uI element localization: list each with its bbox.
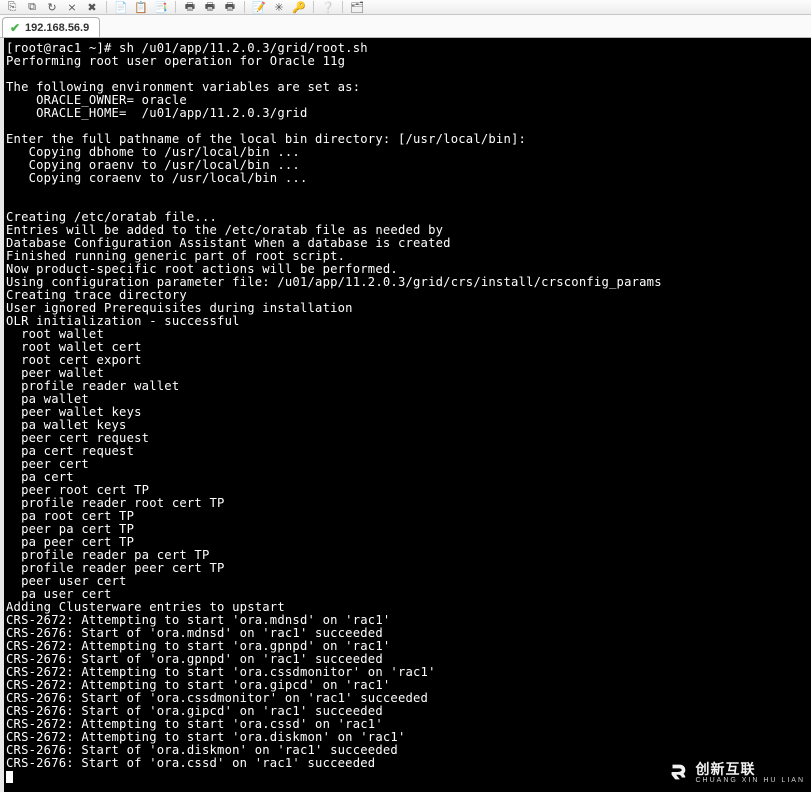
paste-selection-icon[interactable]: 📑: [153, 0, 169, 14]
settings-icon[interactable]: ✳: [271, 0, 287, 14]
connected-check-icon: ✔: [9, 22, 21, 34]
key-icon[interactable]: 🔑: [291, 0, 307, 14]
watermark: 创新互联 CHUANG XIN HU LIAN: [667, 759, 805, 784]
print-setup-icon[interactable]: 🖶: [202, 0, 218, 14]
toolbar: ⎘ ⧉ ↻ ⨯ ✖ 📄 📋 📑 🖶 🖶 🖶 📝 ✳ 🔑 ❔ 🗂: [0, 0, 811, 15]
properties-icon[interactable]: 📝: [251, 0, 267, 14]
session-disconnect-icon[interactable]: ⨯: [64, 0, 80, 14]
tab-title: 192.168.56.9: [25, 22, 89, 34]
print-preview-icon[interactable]: 🖶: [222, 0, 238, 14]
toolbar-separator: [313, 1, 314, 13]
session-reconnect-icon[interactable]: ↻: [44, 0, 60, 14]
watermark-main: 创新互联: [695, 761, 755, 777]
toolbar-separator: [342, 1, 343, 13]
terminal[interactable]: [root@rac1 ~]# sh /u01/app/11.2.0.3/grid…: [4, 38, 811, 792]
terminal-cursor: [6, 771, 13, 783]
watermark-text: 创新互联 CHUANG XIN HU LIAN: [695, 759, 805, 784]
session-new-icon[interactable]: ⎘: [4, 0, 20, 14]
toolbar-separator: [244, 1, 245, 13]
toolbox-icon[interactable]: 🗂: [349, 0, 365, 14]
toolbar-separator: [175, 1, 176, 13]
watermark-logo-icon: [667, 761, 689, 783]
watermark-sub: CHUANG XIN HU LIAN: [695, 777, 805, 784]
help-icon[interactable]: ❔: [320, 0, 336, 14]
paste-icon[interactable]: 📋: [133, 0, 149, 14]
copy-icon[interactable]: 📄: [113, 0, 129, 14]
tab-bar: ✔ 192.168.56.9: [0, 15, 811, 38]
session-duplicate-icon[interactable]: ⧉: [24, 0, 40, 14]
print-icon[interactable]: 🖶: [182, 0, 198, 14]
toolbar-separator: [106, 1, 107, 13]
session-close-icon[interactable]: ✖: [84, 0, 100, 14]
session-tab[interactable]: ✔ 192.168.56.9: [2, 17, 100, 37]
